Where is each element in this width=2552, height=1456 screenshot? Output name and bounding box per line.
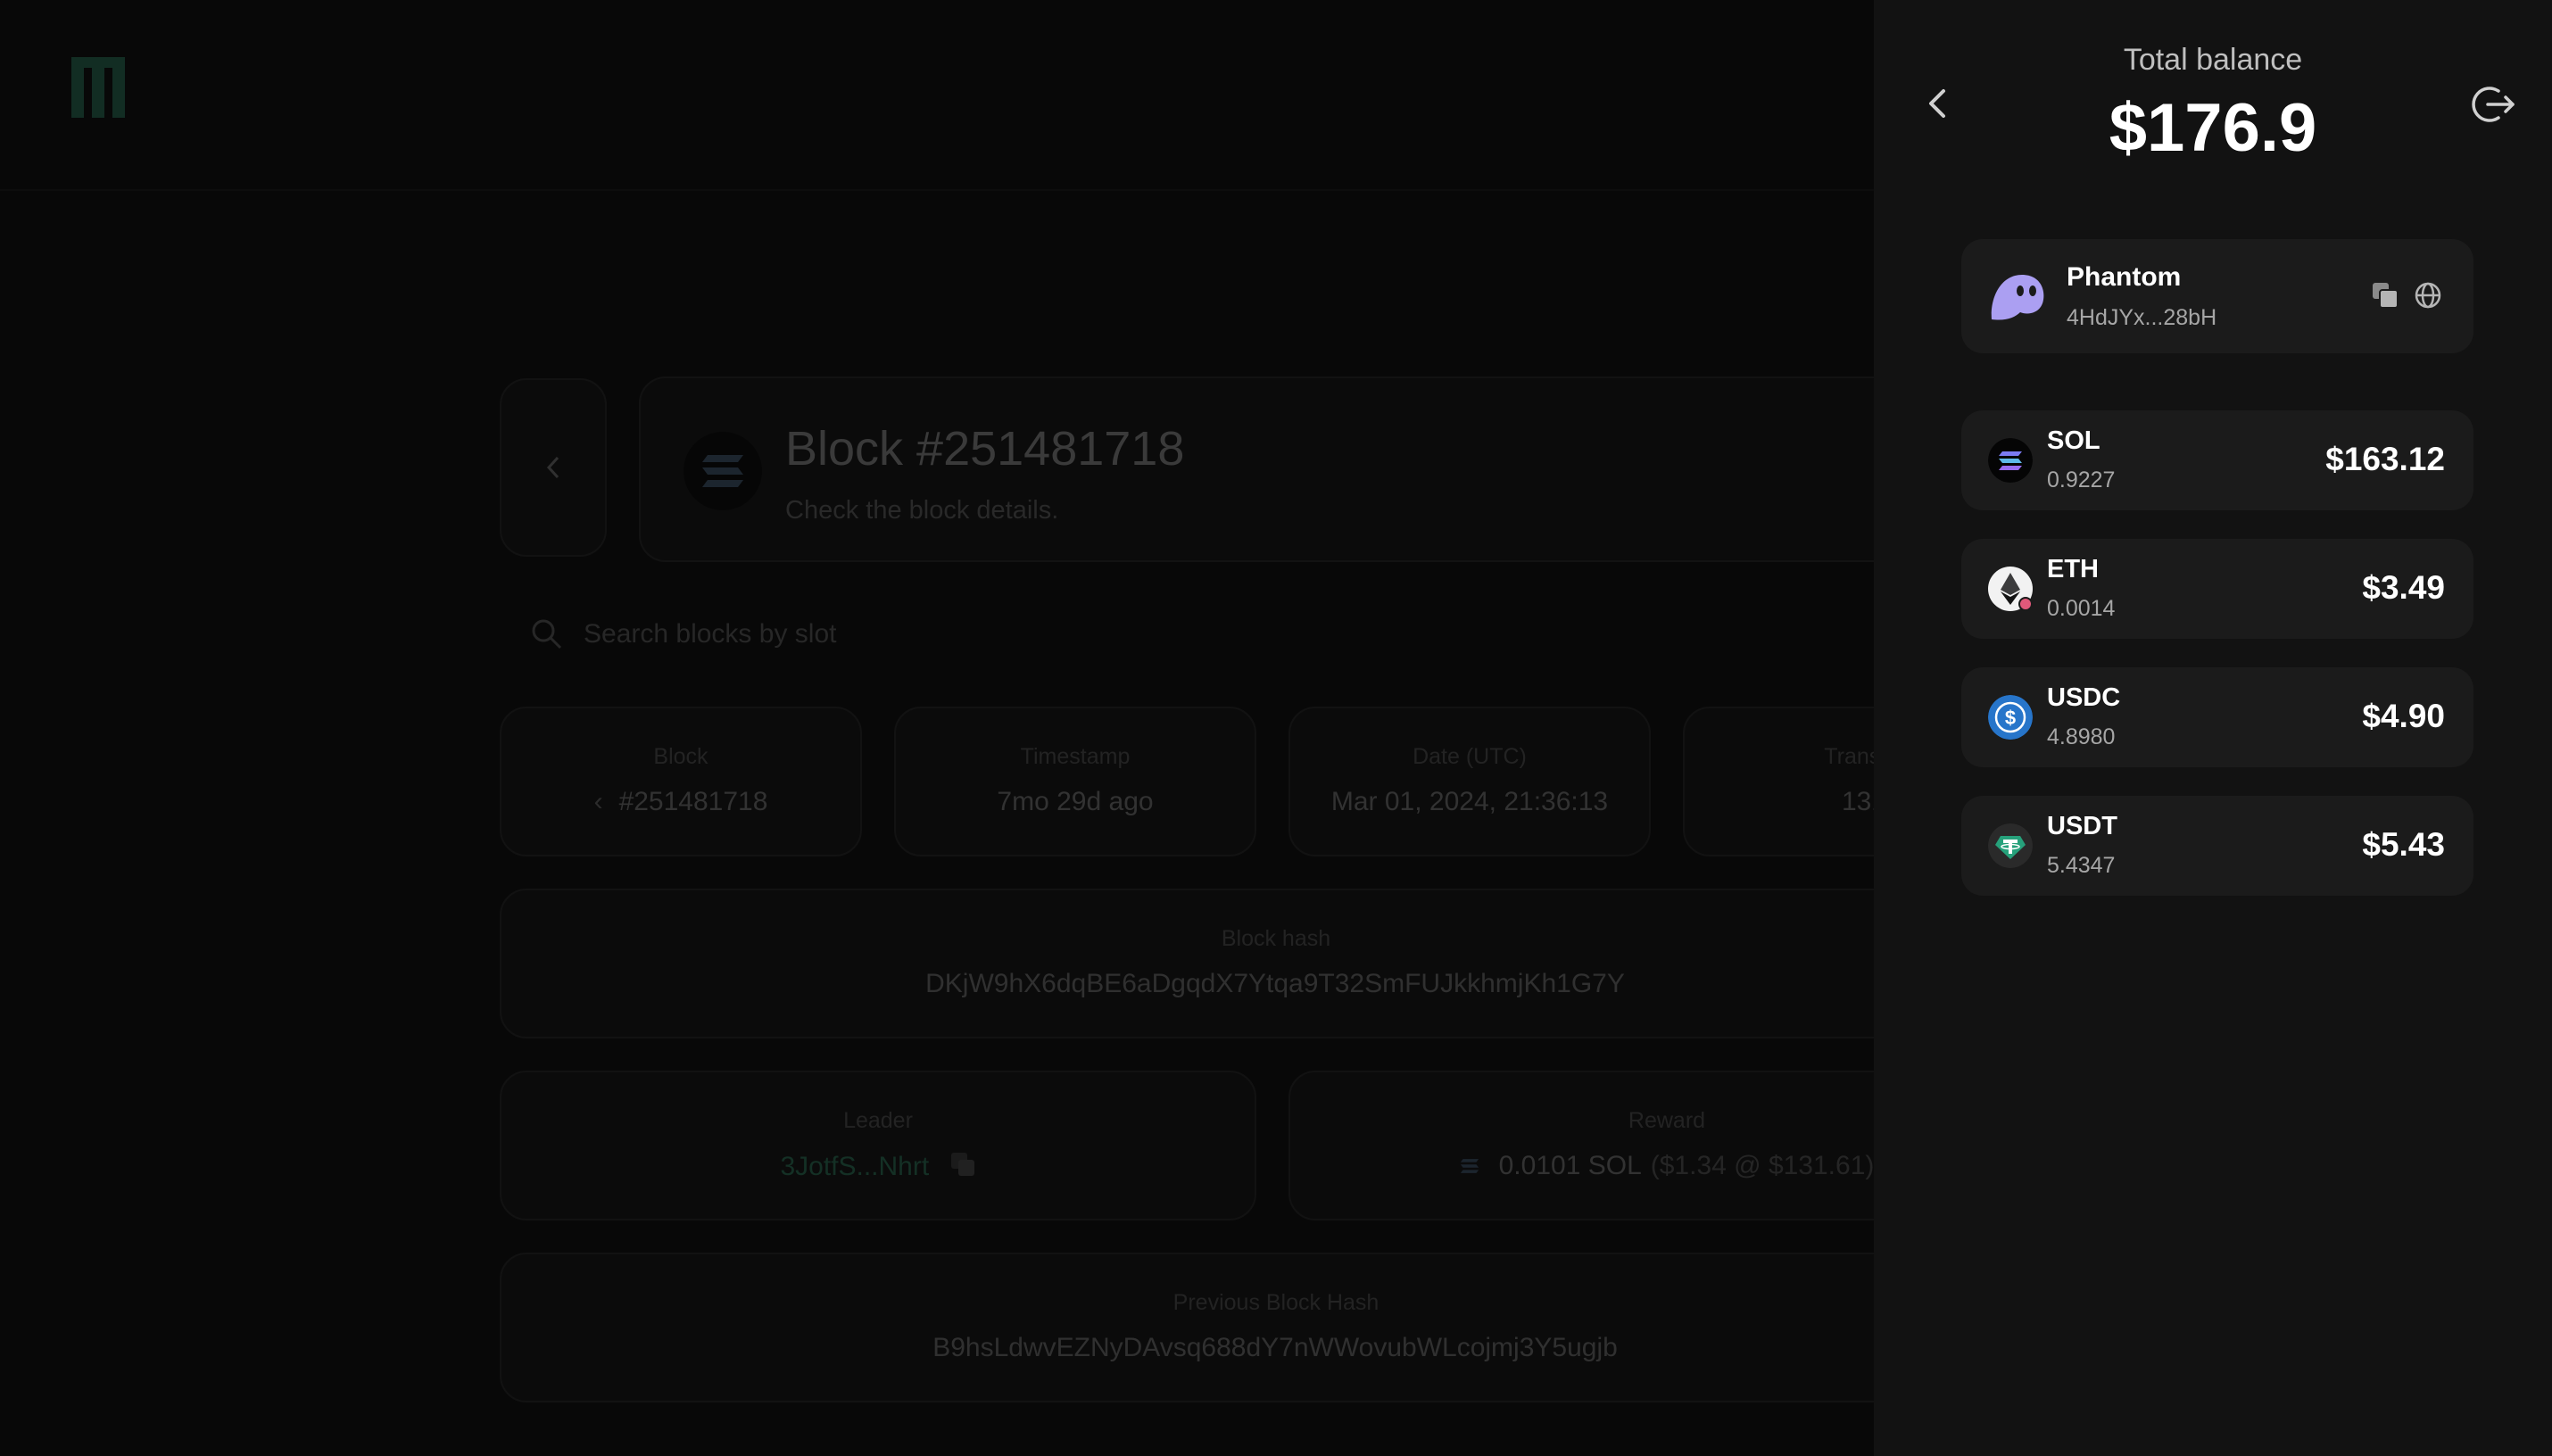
solana-icon [1460,1159,1479,1173]
block-number: #251481718 [618,787,768,816]
usdt-icon [1988,823,2033,868]
stat-label: Timestamp [1020,744,1131,769]
app-logo[interactable] [71,57,125,118]
token-symbol: USDT [2047,812,2117,840]
wallet-card: Phantom 4HdJYx...28bH [1961,239,2473,353]
token-row-sol[interactable]: SOL 0.9227 $163.12 [1961,410,2473,510]
reward-value: 0.0101 SOL [1498,1151,1642,1180]
total-balance-value: $176.9 [2109,90,2317,166]
search-bar[interactable]: Search blocks by slot [500,598,1927,673]
token-symbol: SOL [2047,426,2100,455]
eth-icon [1988,567,2033,611]
page-subtitle: Check the block details. [785,496,1059,525]
top-bar [0,0,1874,191]
token-value: $163.12 [2325,441,2445,477]
wallet-drawer: Total balance $176.9 Phantom 4HdJYx...28… [1874,0,2552,1456]
wallet-name: Phantom [2067,262,2182,292]
copy-icon[interactable] [949,1151,976,1185]
logout-icon[interactable] [2472,82,2516,127]
page-title: Block #251481718 [785,422,1185,476]
stat-date: Date (UTC) Mar 01, 2024, 21:36:13 [1288,707,1651,856]
reward-usd: ($1.34 @ $131.61) [1650,1151,1875,1180]
wallet-address: 4HdJYx...28bH [2067,305,2217,330]
leader-row: 3JotfS...Nhrt [501,1151,1255,1185]
stat-timestamp: Timestamp 7mo 29d ago [894,707,1256,856]
solana-icon [684,432,762,510]
svg-text:$: $ [2005,707,2016,729]
block-hash-value: DKjW9hX6dqBE6aDgqdX7Ytqa9T32SmFUJkkhmjKh… [925,969,1625,998]
chevron-left-icon [546,456,559,479]
total-balance-label: Total balance [2123,43,2303,77]
stat-label: Block [653,744,708,769]
token-value: $4.90 [2362,698,2445,734]
chevron-left-icon[interactable]: ‹ [594,787,603,816]
stat-block: Block ‹ #251481718 [500,707,862,856]
token-symbol: USDC [2047,683,2121,712]
stat-value: Mar 01, 2024, 21:36:13 [1330,787,1609,816]
token-row-usdc[interactable]: $ USDC 4.8980 $4.90 [1961,667,2473,767]
previous-hash-label: Previous Block Hash [1172,1290,1380,1315]
token-amount: 5.4347 [2047,853,2116,878]
token-row-eth[interactable]: ETH 0.0014 $3.49 [1961,539,2473,639]
token-value: $3.49 [2362,569,2445,606]
stat-value: ‹ #251481718 [501,787,860,817]
phantom-icon [1991,275,2044,320]
token-amount: 4.8980 [2047,724,2116,749]
sol-icon [1988,438,2033,483]
previous-hash-value: B9hsLdwvEZNyDAvsq688dY7nWWovubWLcojmj3Y5… [932,1333,1618,1362]
leader-label: Leader [843,1108,913,1133]
usdc-icon: $ [1988,695,2033,740]
copy-icon[interactable] [2370,280,2400,310]
token-amount: 0.9227 [2047,467,2116,492]
back-button[interactable] [500,378,607,557]
block-header: Block #251481718 Check the block details… [639,376,1977,562]
leader-card: Leader 3JotfS...Nhrt [500,1071,1256,1220]
globe-icon[interactable] [2413,280,2443,310]
stat-value: 7mo 29d ago [997,787,1154,816]
token-amount: 0.0014 [2047,596,2116,621]
search-icon [532,619,562,649]
search-input[interactable]: Search blocks by slot [584,619,836,649]
block-hash-card: Block hash DKjW9hX6dqBE6aDgqdX7Ytqa9T32S… [500,889,2052,1038]
leader-link[interactable]: 3JotfS...Nhrt [780,1152,929,1181]
token-value: $5.43 [2362,826,2445,863]
token-symbol: ETH [2047,555,2099,583]
token-row-usdt[interactable]: USDT 5.4347 $5.43 [1961,796,2473,896]
stat-label: Date (UTC) [1413,744,1527,769]
block-hash-label: Block hash [1221,926,1331,951]
previous-hash-card: Previous Block Hash B9hsLdwvEZNyDAvsq688… [500,1253,2052,1402]
